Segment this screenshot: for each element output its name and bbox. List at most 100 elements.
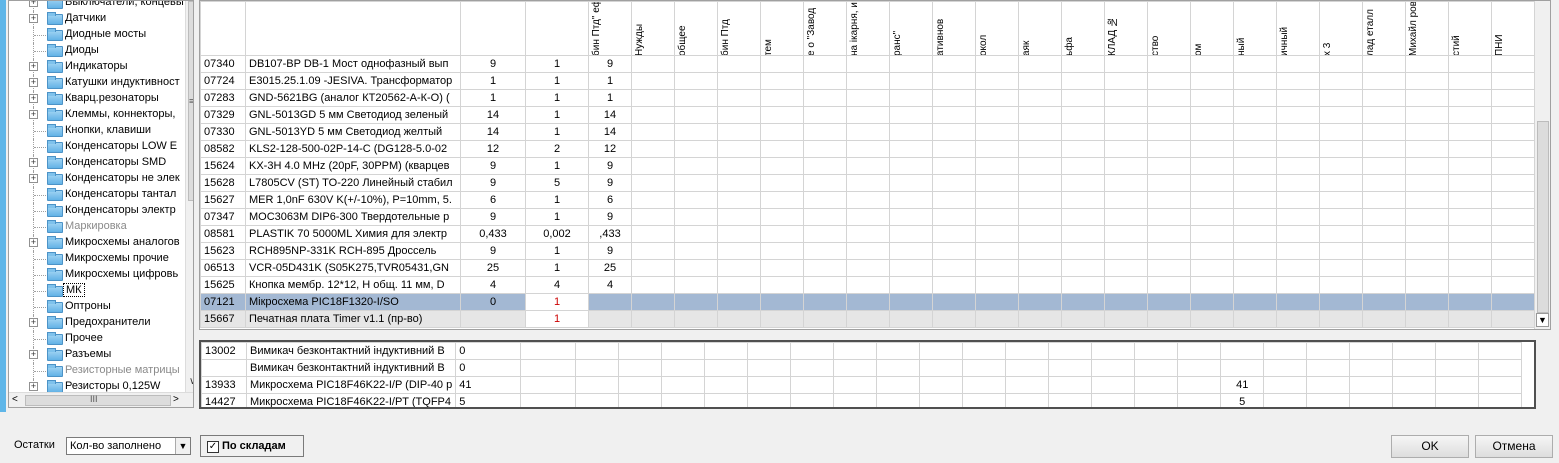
warehouse-cell[interactable]: [975, 72, 1019, 90]
quantity-cell[interactable]: 1: [460, 72, 526, 90]
warehouse-cell[interactable]: [1233, 208, 1277, 226]
warehouse-cell[interactable]: [1448, 276, 1492, 294]
table-row[interactable]: 13002 Вимикач безконтактний індуктивний В…: [201, 342, 1523, 360]
warehouse-cell[interactable]: [1147, 89, 1191, 107]
warehouse-cell[interactable]: [889, 89, 933, 107]
warehouse-cell[interactable]: [1134, 393, 1179, 407]
tree-item[interactable]: Прочее: [9, 331, 179, 347]
warehouse-cell[interactable]: [932, 293, 976, 311]
warehouse-cell[interactable]: [1362, 259, 1406, 277]
expand-plus-icon[interactable]: +: [29, 382, 38, 391]
column-header[interactable]: ный: [1233, 1, 1277, 56]
table-row[interactable]: 14427 Микросхема PIC18F46K22-I/PT (TQFP4 5…: [201, 393, 1523, 407]
coefficient-cell[interactable]: 1: [525, 208, 589, 226]
warehouse-cell[interactable]: [717, 208, 761, 226]
tree-item[interactable]: + Катушки индуктивност: [9, 75, 180, 91]
warehouse-cell[interactable]: [803, 310, 847, 328]
warehouse-cell[interactable]: [1491, 106, 1535, 124]
warehouse-cell[interactable]: [1104, 225, 1148, 243]
warehouse-cell[interactable]: [1061, 259, 1105, 277]
warehouse-cell[interactable]: [1491, 157, 1535, 175]
warehouse-cell[interactable]: [1061, 123, 1105, 141]
warehouse-cell[interactable]: [975, 242, 1019, 260]
warehouse-cell[interactable]: [1147, 242, 1191, 260]
item-code-cell[interactable]: 07340: [200, 55, 246, 73]
warehouse-cell[interactable]: [704, 342, 749, 360]
warehouse-cell[interactable]: [1319, 123, 1363, 141]
column-header[interactable]: Нужды: [631, 1, 675, 56]
warehouse-cell[interactable]: [975, 106, 1019, 124]
warehouse-cell[interactable]: [1478, 342, 1523, 360]
warehouse-cell[interactable]: [631, 157, 675, 175]
warehouse-cell[interactable]: [846, 140, 890, 158]
warehouse-cell[interactable]: [1147, 174, 1191, 192]
warehouse-cell[interactable]: [1362, 208, 1406, 226]
warehouse-cell[interactable]: [1061, 106, 1105, 124]
warehouse-cell[interactable]: [1190, 310, 1234, 328]
warehouse-cell[interactable]: [1018, 191, 1062, 209]
warehouse-cell[interactable]: [520, 359, 577, 377]
expand-plus-icon[interactable]: +: [29, 238, 38, 247]
warehouse-cell[interactable]: [1005, 359, 1050, 377]
warehouse-cell[interactable]: [674, 106, 718, 124]
warehouse-cell[interactable]: [760, 89, 804, 107]
tree-item[interactable]: + Датчики: [9, 11, 179, 27]
warehouse-cell[interactable]: [1061, 55, 1105, 73]
warehouse-cell[interactable]: [1362, 293, 1406, 311]
warehouse-cell[interactable]: [1147, 276, 1191, 294]
item-code-cell[interactable]: 15625: [200, 276, 246, 294]
warehouse-cell[interactable]: [803, 293, 847, 311]
warehouse-cell[interactable]: [1362, 140, 1406, 158]
table-row[interactable]: 15628 L7805CV (ST) TO-220 Линейный стабил…: [200, 174, 1535, 192]
warehouse-cell[interactable]: [1147, 106, 1191, 124]
table-row[interactable]: 07330 GNL-5013YD 5 мм Светодиод желтый 14 1…: [200, 123, 1535, 141]
warehouse-cell[interactable]: [1319, 55, 1363, 73]
warehouse-cell[interactable]: [717, 293, 761, 311]
item-name-cell[interactable]: Вимикач безконтактний індуктивний В: [245, 359, 457, 377]
warehouse-cell[interactable]: [1349, 359, 1394, 377]
warehouse-cell[interactable]: [1405, 225, 1449, 243]
warehouse-cell[interactable]: [889, 276, 933, 294]
warehouse-cell[interactable]: [1405, 89, 1449, 107]
warehouse-cell[interactable]: [1104, 174, 1148, 192]
warehouse-cell[interactable]: ,433: [588, 225, 632, 243]
warehouse-cell[interactable]: [803, 72, 847, 90]
warehouse-cell[interactable]: [1319, 72, 1363, 90]
warehouse-cell[interactable]: 6: [588, 191, 632, 209]
warehouse-cell[interactable]: [1263, 359, 1308, 377]
warehouse-cell[interactable]: [932, 225, 976, 243]
quantity-cell[interactable]: [460, 310, 526, 328]
warehouse-cell[interactable]: [932, 72, 976, 90]
warehouse-cell[interactable]: [575, 359, 620, 377]
warehouse-cell[interactable]: [1448, 123, 1492, 141]
coefficient-cell[interactable]: 1: [525, 72, 589, 90]
warehouse-cell[interactable]: [803, 225, 847, 243]
column-header[interactable]: ичный: [1276, 1, 1320, 56]
warehouse-cell[interactable]: [846, 259, 890, 277]
warehouse-cell[interactable]: [1392, 393, 1437, 407]
item-code-cell[interactable]: 06513: [200, 259, 246, 277]
column-header[interactable]: лад еталл: [1362, 1, 1406, 56]
warehouse-cell[interactable]: [1233, 225, 1277, 243]
warehouse-cell[interactable]: [846, 72, 890, 90]
coefficient-cell[interactable]: 0,002: [525, 225, 589, 243]
warehouse-cell[interactable]: [803, 106, 847, 124]
warehouse-cell[interactable]: [1405, 106, 1449, 124]
warehouse-cell[interactable]: [717, 259, 761, 277]
warehouse-cell[interactable]: [1104, 293, 1148, 311]
warehouse-cell[interactable]: [1276, 140, 1320, 158]
warehouse-cell[interactable]: [1392, 342, 1437, 360]
tree-item[interactable]: + Предохранители: [9, 315, 179, 331]
warehouse-cell[interactable]: [1362, 55, 1406, 73]
warehouse-cell[interactable]: [1190, 55, 1234, 73]
warehouse-cell[interactable]: [1319, 293, 1363, 311]
coefficient-cell[interactable]: 2: [525, 140, 589, 158]
warehouse-cell[interactable]: [1435, 359, 1480, 377]
warehouse-cell[interactable]: [1048, 359, 1093, 377]
warehouse-cell[interactable]: [1233, 293, 1277, 311]
warehouse-cell[interactable]: [747, 342, 792, 360]
column-header[interactable]: [245, 1, 461, 56]
quantity-cell[interactable]: 0: [455, 342, 522, 360]
warehouse-cell[interactable]: [1405, 293, 1449, 311]
item-code-cell[interactable]: 07330: [200, 123, 246, 141]
